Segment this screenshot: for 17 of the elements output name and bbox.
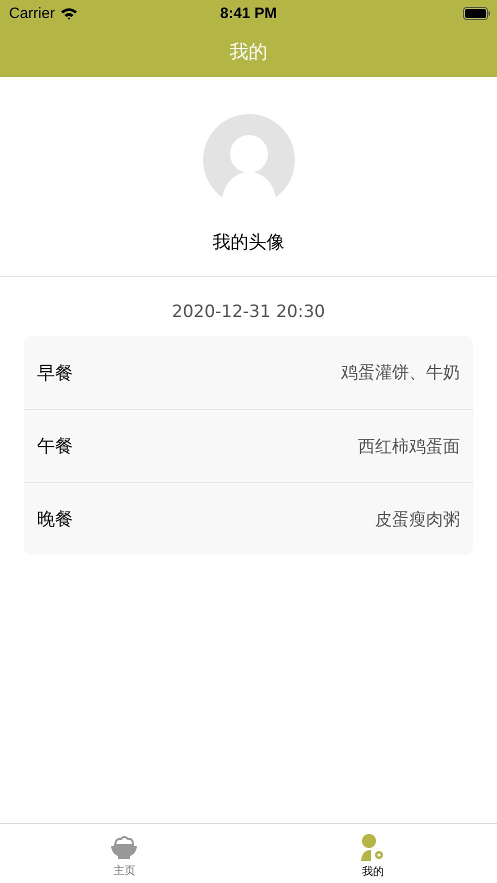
tab-item[interactable]: 我的: [248, 824, 497, 883]
avatar-placeholder[interactable]: [202, 114, 294, 206]
meal-label: 晚餐: [37, 508, 73, 531]
avatar-label: 我的头像: [212, 231, 284, 254]
carrier-label: Carrier: [9, 4, 55, 22]
bowl-icon: [110, 834, 138, 860]
page-title: 我的: [230, 40, 268, 64]
wifi-icon: [60, 6, 78, 20]
meal-value: 鸡蛋灌饼、牛奶: [341, 362, 460, 384]
meal-value: 西红柿鸡蛋面: [358, 436, 460, 458]
meal-label: 早餐: [37, 362, 73, 384]
meal-label: 午餐: [37, 435, 73, 458]
meal-value: 皮蛋瘦肉粥: [375, 508, 460, 530]
clock-time: 8:41 PM: [220, 4, 277, 22]
date-time: 2020-12-31 20:30: [172, 302, 326, 322]
battery-icon: [463, 6, 491, 20]
tab-item[interactable]: 主页: [0, 824, 248, 883]
